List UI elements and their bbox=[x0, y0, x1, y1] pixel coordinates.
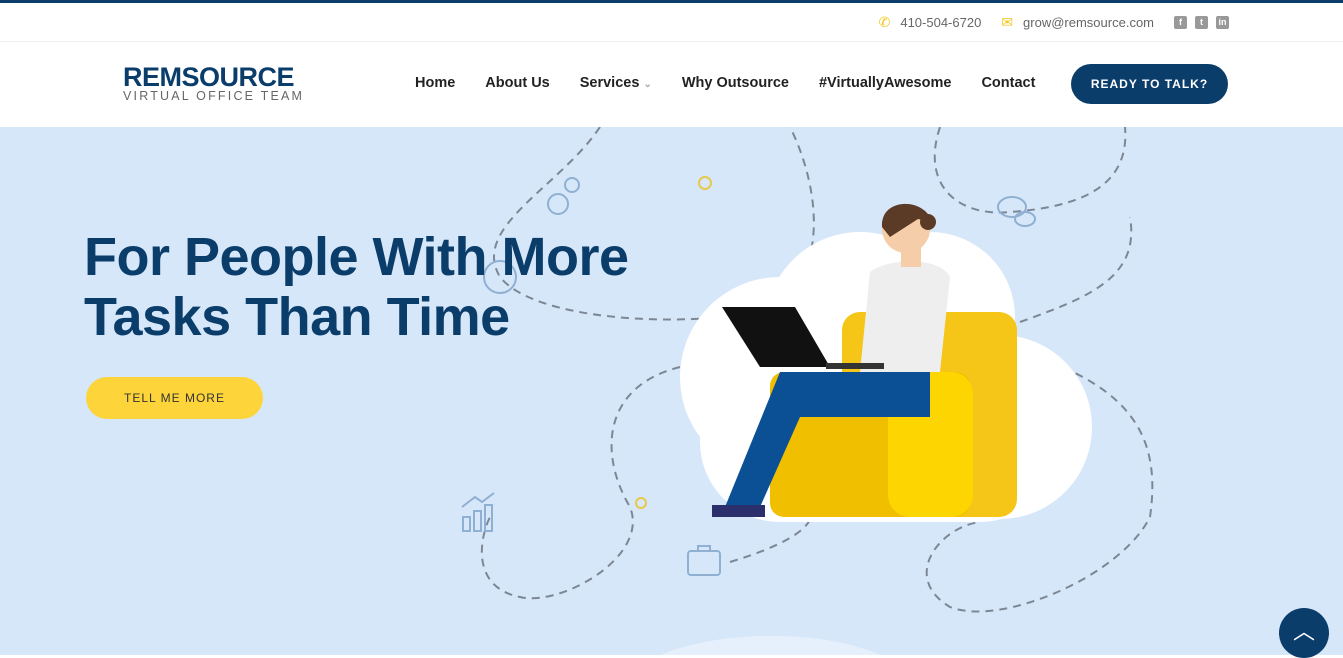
main-header: REMSOURCE VIRTUAL OFFICE TEAM Home About… bbox=[0, 42, 1343, 127]
ready-to-talk-button[interactable]: READY TO TALK? bbox=[1071, 64, 1228, 104]
nav-about[interactable]: About Us bbox=[485, 75, 549, 91]
logo[interactable]: REMSOURCE VIRTUAL OFFICE TEAM bbox=[123, 62, 305, 103]
chart-icon bbox=[461, 492, 495, 532]
email-link[interactable]: ✉ grow@remsource.com bbox=[1001, 14, 1154, 31]
nav-contact[interactable]: Contact bbox=[981, 75, 1035, 91]
hero-title: For People With More Tasks Than Time bbox=[84, 227, 629, 347]
nav-virtually-awesome[interactable]: #VirtuallyAwesome bbox=[819, 75, 951, 91]
envelope-icon: ✉ bbox=[1001, 13, 1014, 30]
chevron-up-icon: ︿ bbox=[1292, 619, 1315, 644]
email-address: grow@remsource.com bbox=[1023, 14, 1154, 30]
circle-decoration bbox=[698, 176, 712, 190]
twitter-icon[interactable]: t bbox=[1195, 15, 1208, 29]
nav-services[interactable]: Services ⌄ bbox=[580, 75, 652, 91]
nav-services-label: Services bbox=[579, 75, 640, 91]
nav-home[interactable]: Home bbox=[415, 75, 455, 91]
linkedin-icon[interactable]: in bbox=[1216, 15, 1229, 29]
contact-bar: ✆ 410-504-6720 ✉ grow@remsource.com f t in bbox=[0, 3, 1343, 42]
briefcase-icon bbox=[687, 545, 721, 576]
hero-section: For People With More Tasks Than Time TELL… bbox=[0, 127, 1343, 655]
hero-title-line-2: Tasks Than Time bbox=[84, 287, 510, 347]
hero-title-line-1: For People With More bbox=[84, 227, 629, 287]
phone-icon: ✆ bbox=[878, 13, 891, 30]
tell-me-more-button[interactable]: TELL ME MORE bbox=[86, 377, 263, 419]
chevron-down-icon: ⌄ bbox=[643, 79, 652, 90]
gears-icon bbox=[547, 177, 580, 215]
phone-number: 410-504-6720 bbox=[900, 14, 982, 30]
phone-link[interactable]: ✆ 410-504-6720 bbox=[879, 14, 982, 31]
main-nav: Home About Us Services ⌄ Why Outsource #… bbox=[415, 75, 1065, 91]
scroll-to-top-button[interactable]: ︿ bbox=[1279, 608, 1329, 658]
logo-tagline: VIRTUAL OFFICE TEAM bbox=[123, 89, 305, 103]
nav-why-outsource[interactable]: Why Outsource bbox=[682, 75, 789, 91]
logo-name: REMSOURCE bbox=[123, 62, 295, 92]
facebook-icon[interactable]: f bbox=[1174, 15, 1187, 29]
